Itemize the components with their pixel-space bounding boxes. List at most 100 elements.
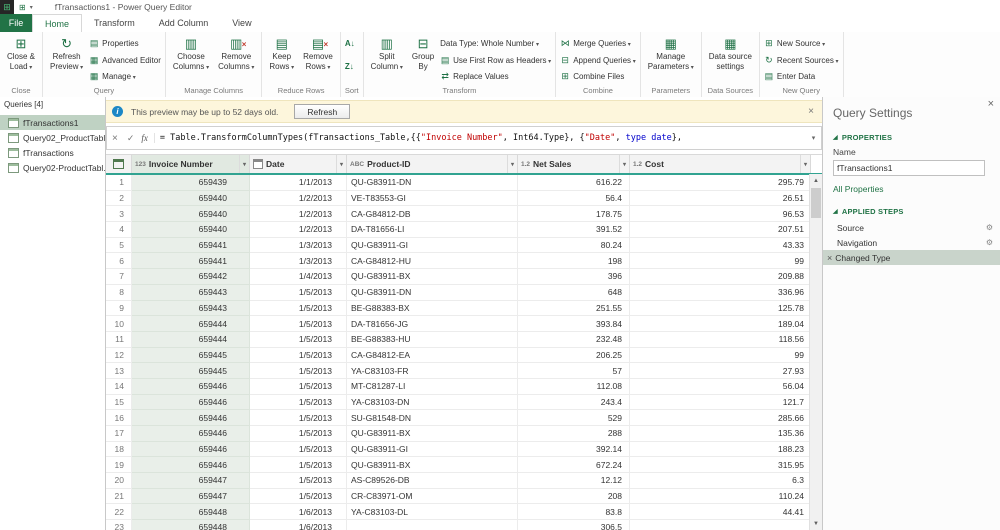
- net-sales-cell[interactable]: 56.4: [518, 190, 630, 207]
- product-id-cell[interactable]: QU-G83911-BX: [347, 269, 518, 285]
- select-all-corner[interactable]: [106, 155, 132, 173]
- product-id-cell[interactable]: MT-C81287-LI: [347, 378, 518, 395]
- net-sales-cell[interactable]: 112.08: [518, 378, 630, 395]
- quick-access-caret-icon[interactable]: [30, 4, 33, 11]
- invoice-number-cell[interactable]: 659448: [132, 504, 250, 521]
- cost-cell[interactable]: 121.7: [630, 394, 811, 411]
- net-sales-cell[interactable]: 80.24: [518, 237, 630, 254]
- row-number-cell[interactable]: 23: [106, 520, 132, 530]
- query-item-ftransactions1[interactable]: fTransactions1: [0, 115, 105, 130]
- row-number-cell[interactable]: 17: [106, 426, 132, 442]
- table-row[interactable]: 23 659448 1/6/2013 306.5: [106, 520, 822, 530]
- net-sales-cell[interactable]: 208: [518, 488, 630, 505]
- table-row[interactable]: 16 659446 1/5/2013 SU-G81548-DN 529 285.…: [106, 410, 822, 426]
- net-sales-cell[interactable]: 672.24: [518, 457, 630, 474]
- invoice-number-cell[interactable]: 659444: [132, 316, 250, 332]
- vertical-scrollbar[interactable]: [809, 174, 822, 530]
- net-sales-cell[interactable]: 243.4: [518, 394, 630, 411]
- cost-cell[interactable]: 56.04: [630, 378, 811, 395]
- cost-cell[interactable]: 207.51: [630, 222, 811, 238]
- row-number-cell[interactable]: 21: [106, 488, 132, 505]
- data-type-button[interactable]: Data Type: Whole Number: [440, 37, 551, 50]
- cost-cell[interactable]: 336.96: [630, 284, 811, 301]
- properties-button[interactable]: Properties: [89, 37, 161, 50]
- row-number-cell[interactable]: 4: [106, 222, 132, 238]
- date-cell[interactable]: 1/1/2013: [250, 175, 347, 191]
- product-id-cell[interactable]: QU-G83911-GI: [347, 237, 518, 254]
- invoice-number-cell[interactable]: 659440: [132, 190, 250, 207]
- invoice-number-cell[interactable]: 659445: [132, 363, 250, 379]
- row-number-cell[interactable]: 16: [106, 410, 132, 426]
- date-cell[interactable]: 1/5/2013: [250, 331, 347, 348]
- column-header-invoice-number[interactable]: 123 Invoice Number: [132, 155, 250, 173]
- cost-cell[interactable]: 285.66: [630, 410, 811, 426]
- net-sales-cell[interactable]: 616.22: [518, 175, 630, 191]
- notification-close-icon[interactable]: [808, 106, 816, 117]
- row-number-cell[interactable]: 9: [106, 300, 132, 317]
- date-cell[interactable]: 1/3/2013: [250, 237, 347, 254]
- row-number-cell[interactable]: 13: [106, 363, 132, 379]
- net-sales-cell[interactable]: 529: [518, 410, 630, 426]
- net-sales-cell[interactable]: 83.8: [518, 504, 630, 521]
- invoice-number-cell[interactable]: 659441: [132, 253, 250, 270]
- date-cell[interactable]: 1/5/2013: [250, 363, 347, 379]
- keep-rows-button[interactable]: Keep Rows: [266, 34, 297, 73]
- row-number-cell[interactable]: 7: [106, 269, 132, 285]
- product-id-cell[interactable]: AS-C89526-DB: [347, 473, 518, 489]
- row-number-cell[interactable]: 20: [106, 473, 132, 489]
- table-row[interactable]: 4 659440 1/2/2013 DA-T81656-LI 391.52 20…: [106, 222, 822, 238]
- net-sales-cell[interactable]: 306.5: [518, 520, 630, 530]
- scroll-up-icon[interactable]: [810, 174, 822, 187]
- table-row[interactable]: 11 659444 1/5/2013 BE-G88383-HU 232.48 1…: [106, 331, 822, 348]
- date-cell[interactable]: 1/2/2013: [250, 190, 347, 207]
- formula-input[interactable]: = Table.TransformColumnTypes(fTransactio…: [153, 133, 806, 143]
- row-number-cell[interactable]: 5: [106, 237, 132, 254]
- cost-cell[interactable]: 44.41: [630, 504, 811, 521]
- applied-step-changed-type[interactable]: Changed Type: [823, 250, 1000, 265]
- date-cell[interactable]: 1/5/2013: [250, 441, 347, 458]
- commit-formula-icon[interactable]: [123, 133, 139, 144]
- net-sales-cell[interactable]: 232.48: [518, 331, 630, 348]
- manage-parameters-button[interactable]: Manage Parameters: [645, 34, 697, 73]
- table-row[interactable]: 19 659446 1/5/2013 QU-G83911-BX 672.24 3…: [106, 457, 822, 474]
- product-id-cell[interactable]: CA-G84812-HU: [347, 253, 518, 270]
- applied-steps-section-header[interactable]: APPLIED STEPS: [823, 194, 1000, 220]
- column-header-date[interactable]: Date: [250, 155, 347, 173]
- enter-data-button[interactable]: Enter Data: [764, 70, 839, 83]
- table-row[interactable]: 1 659439 1/1/2013 QU-G83911-DN 616.22 29…: [106, 175, 822, 191]
- invoice-number-cell[interactable]: 659446: [132, 426, 250, 442]
- cost-cell[interactable]: 188.23: [630, 441, 811, 458]
- table-row[interactable]: 22 659448 1/6/2013 YA-C83103-DL 83.8 44.…: [106, 504, 822, 521]
- query-item-ftransactions[interactable]: fTransactions: [0, 145, 105, 160]
- append-queries-button[interactable]: Append Queries: [560, 54, 636, 67]
- invoice-number-cell[interactable]: 659447: [132, 488, 250, 505]
- date-cell[interactable]: 1/2/2013: [250, 206, 347, 223]
- sort-ascending-button[interactable]: [345, 37, 355, 50]
- queries-pane-header[interactable]: Queries [4]: [0, 97, 105, 115]
- row-number-cell[interactable]: 22: [106, 504, 132, 521]
- merge-queries-button[interactable]: Merge Queries: [560, 37, 636, 50]
- net-sales-cell[interactable]: 396: [518, 269, 630, 285]
- table-row[interactable]: 17 659446 1/5/2013 QU-G83911-BX 288 135.…: [106, 426, 822, 442]
- date-cell[interactable]: 1/5/2013: [250, 488, 347, 505]
- table-row[interactable]: 18 659446 1/5/2013 QU-G83911-GI 392.14 1…: [106, 441, 822, 458]
- table-row[interactable]: 14 659446 1/5/2013 MT-C81287-LI 112.08 5…: [106, 378, 822, 395]
- product-id-cell[interactable]: YA-C83103-DL: [347, 504, 518, 521]
- tab-view[interactable]: View: [220, 14, 263, 32]
- row-number-cell[interactable]: 1: [106, 175, 132, 191]
- properties-section-header[interactable]: PROPERTIES: [823, 120, 1000, 146]
- table-row[interactable]: 8 659443 1/5/2013 QU-G83911-DN 648 336.9…: [106, 284, 822, 301]
- cost-cell[interactable]: 99: [630, 253, 811, 270]
- invoice-number-cell[interactable]: 659446: [132, 457, 250, 474]
- product-id-cell[interactable]: YA-C83103-FR: [347, 363, 518, 379]
- split-column-button[interactable]: Split Column: [368, 34, 406, 73]
- filter-dropdown-icon[interactable]: [799, 155, 807, 173]
- filter-dropdown-icon[interactable]: [506, 155, 514, 173]
- manage-button[interactable]: Manage: [89, 70, 161, 83]
- row-number-cell[interactable]: 8: [106, 284, 132, 301]
- row-number-cell[interactable]: 6: [106, 253, 132, 270]
- settings-close-icon[interactable]: [988, 98, 994, 110]
- row-number-cell[interactable]: 14: [106, 378, 132, 395]
- row-number-cell[interactable]: 3: [106, 206, 132, 223]
- row-number-cell[interactable]: 2: [106, 190, 132, 207]
